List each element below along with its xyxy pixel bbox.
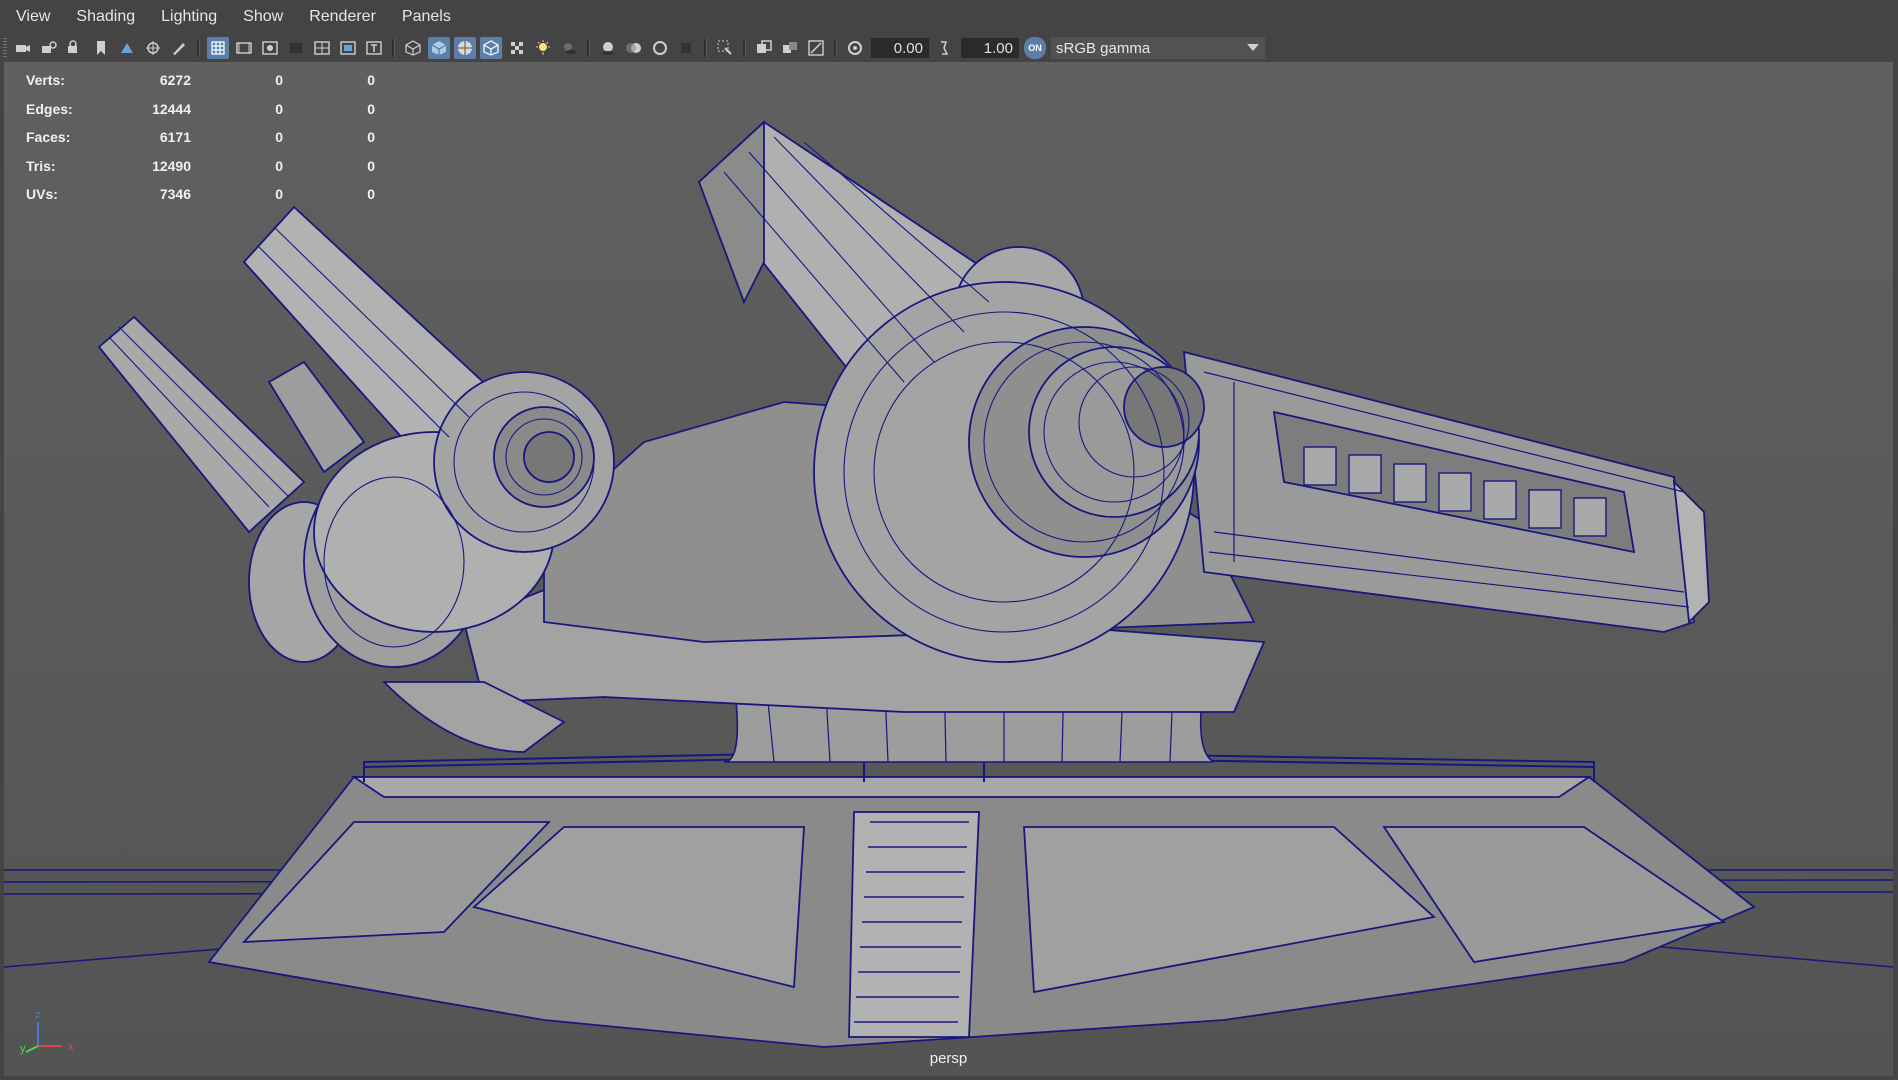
2d-pan-icon[interactable]: [142, 37, 164, 59]
toolbar-separator: [743, 39, 746, 57]
hud-value-uv: 0: [367, 186, 375, 203]
safe-title-icon[interactable]: [363, 37, 385, 59]
xray-active-icon[interactable]: [779, 37, 801, 59]
axis-z-label: z: [35, 1009, 41, 1021]
chevron-down-icon[interactable]: [1241, 43, 1265, 53]
hud-value-selected: 0: [275, 100, 283, 117]
hud-value: 12444: [152, 100, 191, 117]
viewport-frame-bottom: [0, 1076, 1898, 1080]
turret-model-wireframe[interactable]: [4, 62, 1893, 1076]
poly-count-hud: Verts: 6272 0 0 Edges: 12444 0 0 Faces: …: [26, 66, 375, 209]
wireframe-icon[interactable]: [402, 37, 424, 59]
exposure-icon[interactable]: [844, 37, 866, 59]
hud-value: 7346: [159, 186, 191, 203]
view-transform-value: sRGB gamma: [1056, 39, 1151, 57]
menu-bar: View Shading Lighting Show Renderer Pane…: [0, 0, 1898, 34]
camera-icon[interactable]: [12, 37, 34, 59]
color-management-badge: ON: [1028, 43, 1042, 53]
view-transform-dropdown[interactable]: sRGB gamma: [1051, 37, 1265, 59]
gamma-icon[interactable]: [934, 37, 956, 59]
hud-value-selected: 0: [275, 186, 283, 203]
toolbar-separator: [392, 39, 395, 57]
color-management-toggle[interactable]: ON: [1024, 37, 1046, 59]
textured-icon[interactable]: [506, 37, 528, 59]
camera-name-label: persp: [929, 1050, 968, 1067]
hud-row-uvs: UVs: 7346 0 0: [26, 180, 375, 209]
panel-toolbar: 0.00 1.00 ON sRGB gamma: [0, 34, 1898, 62]
hud-value-uv: 0: [367, 72, 375, 89]
menu-lighting[interactable]: Lighting: [145, 0, 227, 34]
toolbar-separator: [587, 39, 590, 57]
hud-row-faces: Faces: 6171 0 0: [26, 123, 375, 152]
ambient-occlusion-icon[interactable]: [597, 37, 619, 59]
bookmark-icon[interactable]: [90, 37, 112, 59]
hud-value-selected: 0: [275, 157, 283, 174]
toolbar-separator: [197, 39, 200, 57]
hud-value-uv: 0: [367, 157, 375, 174]
hud-label: UVs:: [26, 186, 58, 203]
hud-value-uv: 0: [367, 100, 375, 117]
camera-attributes-icon[interactable]: [64, 37, 86, 59]
hud-row-tris: Tris: 12490 0 0: [26, 152, 375, 181]
hud-value-selected: 0: [275, 72, 283, 89]
hud-row-edges: Edges: 12444 0 0: [26, 95, 375, 124]
shadows-icon[interactable]: [558, 37, 580, 59]
exposure-field[interactable]: 0.00: [871, 38, 929, 58]
menu-view[interactable]: View: [0, 0, 60, 34]
grid-icon[interactable]: [207, 37, 229, 59]
motion-blur-icon[interactable]: [623, 37, 645, 59]
xray-icon[interactable]: [480, 37, 502, 59]
resolution-gate-icon[interactable]: [259, 37, 281, 59]
anti-aliasing-icon[interactable]: [649, 37, 671, 59]
gamma-field[interactable]: 1.00: [961, 38, 1019, 58]
menu-panels[interactable]: Panels: [386, 0, 461, 34]
menu-show[interactable]: Show: [227, 0, 293, 34]
hud-label: Faces:: [26, 129, 71, 146]
toolbar-separator: [834, 39, 837, 57]
camera-lock-icon[interactable]: [38, 37, 60, 59]
grease-pencil-icon[interactable]: [168, 37, 190, 59]
toolbar-grip[interactable]: [3, 38, 7, 58]
smooth-shade-icon[interactable]: [428, 37, 450, 59]
depth-of-field-icon[interactable]: [675, 37, 697, 59]
perspective-viewport[interactable]: Verts: 6272 0 0 Edges: 12444 0 0 Faces: …: [4, 62, 1893, 1076]
menu-renderer[interactable]: Renderer: [293, 0, 386, 34]
hud-label: Verts:: [26, 72, 65, 89]
hud-value: 6171: [159, 129, 191, 146]
hud-label: Edges:: [26, 100, 73, 117]
film-gate-icon[interactable]: [233, 37, 255, 59]
image-plane-icon[interactable]: [116, 37, 138, 59]
menu-shading[interactable]: Shading: [60, 0, 145, 34]
backface-icon[interactable]: [805, 37, 827, 59]
lights-icon[interactable]: [532, 37, 554, 59]
gate-mask-icon[interactable]: [285, 37, 307, 59]
hud-row-verts: Verts: 6272 0 0: [26, 66, 375, 95]
hud-value-selected: 0: [275, 129, 283, 146]
hud-value-uv: 0: [367, 129, 375, 146]
field-chart-icon[interactable]: [311, 37, 333, 59]
xray-joints-icon[interactable]: [753, 37, 775, 59]
viewport-frame-right: [1893, 62, 1898, 1080]
hud-value: 12490: [152, 157, 191, 174]
hud-value: 6272: [159, 72, 191, 89]
isolate-select-icon[interactable]: [714, 37, 736, 59]
safe-action-icon[interactable]: [337, 37, 359, 59]
wireframe-on-shaded-icon[interactable]: [454, 37, 476, 59]
hud-label: Tris:: [26, 157, 56, 174]
toolbar-separator: [704, 39, 707, 57]
